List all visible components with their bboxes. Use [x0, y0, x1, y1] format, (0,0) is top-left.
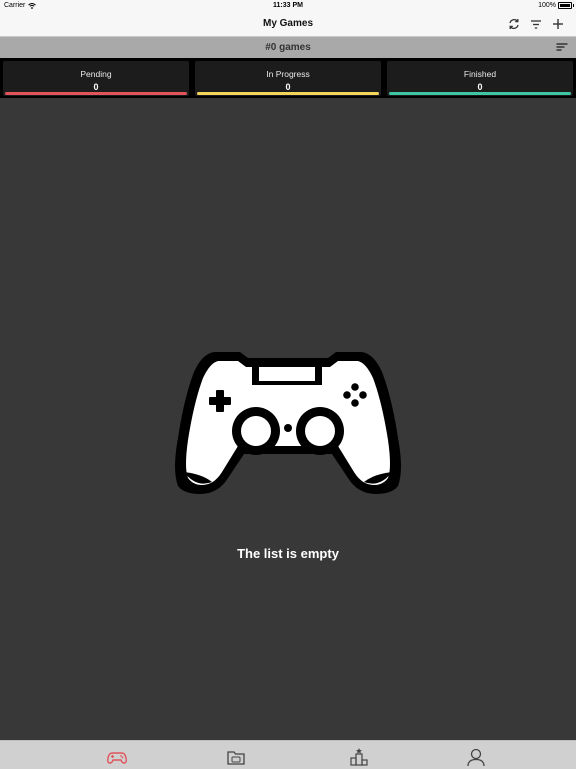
status-bar: Carrier 11:33 PM 100%: [0, 0, 576, 12]
navigation-bar: My Games: [0, 12, 576, 37]
profile-icon[interactable]: [466, 747, 486, 767]
stat-in-progress[interactable]: In Progress 0: [195, 61, 381, 96]
status-time: 11:33 PM: [273, 2, 303, 9]
games-count: #0 games: [265, 42, 311, 53]
games-count-bar: #0 games: [0, 37, 576, 58]
stat-value: 0: [285, 82, 291, 92]
battery-percent: 100%: [538, 2, 556, 9]
filter-icon[interactable]: [529, 17, 543, 31]
stat-color-bar: [5, 92, 187, 95]
stat-label: Finished: [463, 69, 497, 79]
sort-icon[interactable]: [556, 42, 568, 52]
tab-bar: [0, 740, 576, 769]
status-counters: Pending 0 In Progress 0 Finished 0: [0, 58, 576, 98]
gamepad-icon[interactable]: [107, 747, 127, 767]
folder-icon[interactable]: [226, 747, 246, 767]
stat-color-bar: [197, 92, 379, 95]
stat-value: 0: [477, 82, 483, 92]
ranking-icon[interactable]: [349, 747, 369, 767]
refresh-icon[interactable]: [507, 17, 521, 31]
stat-label: In Progress: [266, 69, 310, 79]
status-right: 100%: [538, 2, 574, 9]
add-icon[interactable]: [551, 17, 565, 31]
gamepad-icon: [175, 352, 401, 494]
stat-finished[interactable]: Finished 0: [387, 61, 573, 96]
stat-color-bar: [389, 92, 571, 95]
stat-value: 0: [93, 82, 99, 92]
empty-state-text: The list is empty: [237, 546, 339, 561]
page-title: My Games: [262, 18, 314, 29]
stat-pending[interactable]: Pending 0: [3, 61, 189, 96]
battery-icon: [558, 2, 574, 9]
stat-label: Pending: [80, 69, 112, 79]
